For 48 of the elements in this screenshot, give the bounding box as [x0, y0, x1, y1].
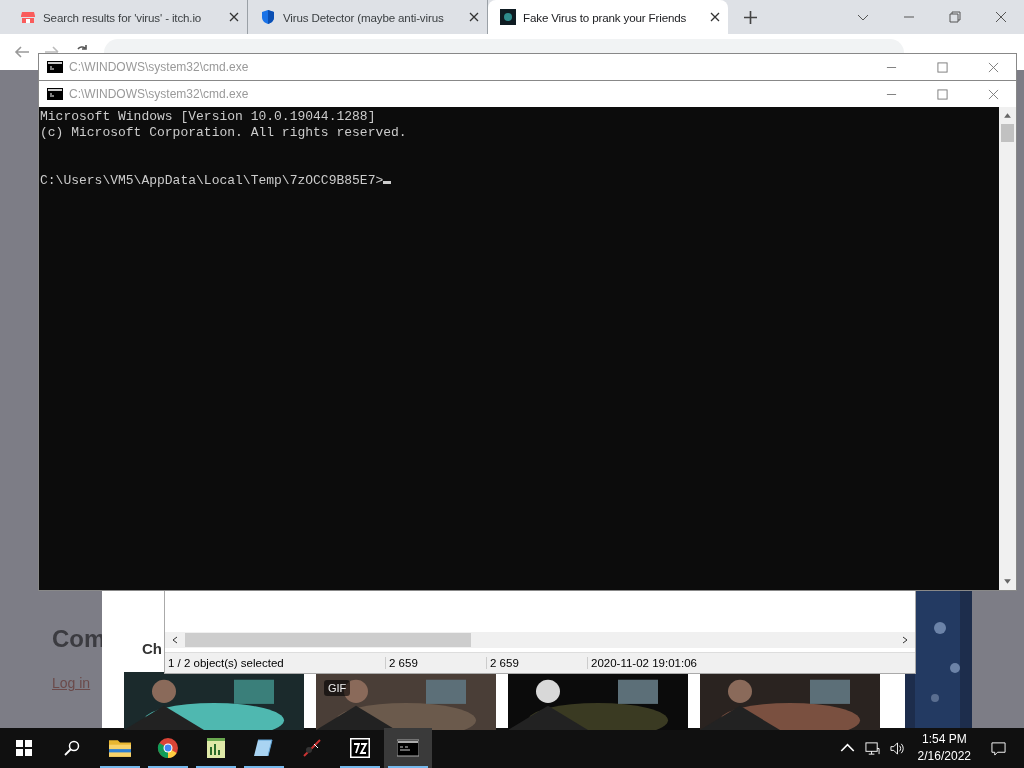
tab-title: Fake Virus to prank your Friends — [523, 10, 688, 24]
scroll-thumb[interactable] — [185, 633, 471, 647]
time-text: 1:54 PM — [921, 731, 967, 748]
network-icon[interactable] — [864, 740, 880, 756]
section-subheading: Ch — [142, 640, 162, 657]
horizontal-scrollbar[interactable] — [165, 632, 915, 648]
folder-icon — [109, 738, 131, 758]
browser-tab[interactable]: Fake Virus to prank your Friends — [488, 0, 728, 34]
status-text: 2 659 — [486, 657, 587, 669]
taskbar-app[interactable] — [384, 728, 432, 768]
console-text: Microsoft Windows [Version 10.0.19044.1288] — [40, 109, 376, 124]
shield-icon — [260, 9, 276, 25]
status-text: 1 / 2 object(s) selected — [167, 657, 285, 669]
speaker-icon[interactable] — [889, 740, 905, 756]
status-text: 2020-11-02 19:01:06 — [587, 657, 697, 669]
clock[interactable]: 1:54 PM 2/16/2022 — [917, 731, 971, 765]
store-icon — [20, 9, 36, 25]
notebook-icon — [253, 738, 275, 758]
status-text: 2 659 — [385, 657, 486, 669]
app-icon — [301, 738, 323, 758]
new-tab-icon[interactable] — [744, 10, 757, 24]
back-arrow-icon[interactable] — [14, 44, 30, 60]
notification-icon[interactable] — [991, 740, 1006, 756]
close-icon[interactable] — [995, 11, 1007, 23]
close-icon[interactable] — [710, 12, 720, 22]
restore-icon[interactable] — [949, 11, 961, 23]
dark-square-icon — [500, 9, 516, 25]
console-icon — [47, 61, 63, 73]
vertical-scrollbar[interactable] — [999, 107, 1016, 590]
archive-icon — [349, 738, 371, 758]
up-arrow-icon[interactable] — [1003, 111, 1012, 120]
console-text: (c) Microsoft Corporation. All rights reserved. — [40, 125, 407, 140]
tab-title: Search results for 'virus' - itch.io — [43, 10, 203, 24]
notepad-icon — [205, 738, 227, 758]
chrome-icon — [157, 738, 179, 758]
window-title: C:\WINDOWS\system32\cmd.exe — [69, 60, 249, 74]
close-icon[interactable] — [229, 12, 239, 22]
gif-badge: GIF — [324, 680, 351, 696]
down-arrow-icon[interactable] — [1003, 577, 1012, 586]
tab-title: Virus Detector (maybe anti-virus — [283, 10, 445, 24]
scroll-thumb[interactable] — [1001, 124, 1014, 142]
console-icon — [47, 88, 63, 100]
console-prompt: C:\Users\VM5\AppData\Local\Temp\7zOCC9B85E7> — [40, 173, 384, 188]
window-title: C:\WINDOWS\system32\cmd.exe — [69, 87, 249, 101]
text-cursor — [383, 181, 392, 184]
close-icon[interactable] — [469, 12, 479, 22]
console-icon — [397, 738, 419, 758]
date-text: 2/16/2022 — [917, 748, 971, 765]
